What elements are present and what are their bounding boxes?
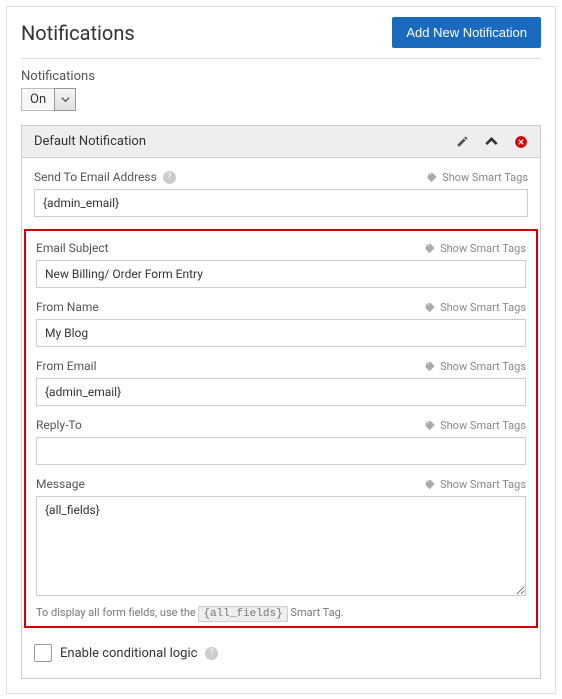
reply-to-field: Reply-To Show Smart Tags: [36, 418, 526, 465]
smart-tags-link[interactable]: Show Smart Tags: [427, 171, 528, 184]
toggle-control[interactable]: On: [21, 88, 541, 111]
message-textarea[interactable]: [36, 496, 526, 596]
message-field: Message Show Smart Tags: [36, 477, 526, 600]
page-title: Notifications: [21, 21, 135, 45]
message-label: Message: [36, 477, 85, 491]
subject-label: Email Subject: [36, 241, 109, 255]
send-to-input[interactable]: [34, 189, 528, 217]
notifications-toggle-section: Notifications On: [21, 69, 541, 111]
toggle-value: On: [21, 88, 54, 111]
all-fields-chip: {all_fields}: [198, 606, 287, 622]
reply-to-input[interactable]: [36, 437, 526, 465]
from-name-label: From Name: [36, 300, 99, 314]
subject-input[interactable]: [36, 260, 526, 288]
panel-title: Default Notification: [34, 134, 146, 149]
toggle-label: Notifications: [21, 69, 541, 84]
chevron-up-icon[interactable]: [485, 135, 498, 148]
add-notification-button[interactable]: Add New Notification: [392, 17, 541, 48]
send-to-field: Send To Email Address ? Show Smart Tags: [34, 170, 528, 217]
notifications-page: Notifications Add New Notification Notif…: [6, 6, 556, 694]
from-email-input[interactable]: [36, 378, 526, 406]
panel-actions: [456, 135, 528, 149]
panel-header: Default Notification: [22, 126, 540, 158]
panel-body: Send To Email Address ? Show Smart Tags …: [22, 158, 540, 678]
conditional-logic-row: Enable conditional logic ?: [34, 640, 528, 666]
reply-to-label: Reply-To: [36, 418, 82, 432]
chevron-down-icon[interactable]: [54, 88, 76, 111]
from-email-field: From Email Show Smart Tags: [36, 359, 526, 406]
smart-tags-link[interactable]: Show Smart Tags: [425, 360, 526, 373]
smart-tags-link[interactable]: Show Smart Tags: [425, 478, 526, 491]
help-icon[interactable]: ?: [205, 647, 218, 660]
smart-tags-link[interactable]: Show Smart Tags: [425, 301, 526, 314]
edit-icon[interactable]: [456, 135, 469, 148]
smart-tags-link[interactable]: Show Smart Tags: [425, 419, 526, 432]
highlighted-fields: Email Subject Show Smart Tags From Name: [24, 229, 538, 628]
conditional-label: Enable conditional logic: [60, 646, 197, 661]
page-header: Notifications Add New Notification: [21, 17, 541, 59]
smart-tags-link[interactable]: Show Smart Tags: [425, 242, 526, 255]
conditional-checkbox[interactable]: [34, 644, 52, 662]
help-icon[interactable]: ?: [163, 171, 176, 184]
from-name-field: From Name Show Smart Tags: [36, 300, 526, 347]
from-name-input[interactable]: [36, 319, 526, 347]
notification-panel: Default Notification Send To Email Addre…: [21, 125, 541, 679]
from-email-label: From Email: [36, 359, 96, 373]
subject-field: Email Subject Show Smart Tags: [36, 241, 526, 288]
hint-text: To display all form fields, use the {all…: [36, 606, 526, 620]
close-icon[interactable]: [514, 135, 528, 149]
send-to-label: Send To Email Address ?: [34, 170, 176, 184]
